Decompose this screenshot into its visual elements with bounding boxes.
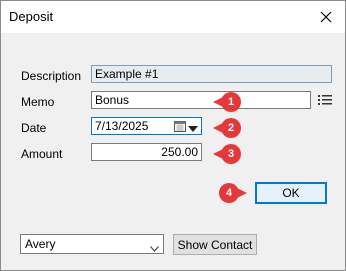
chevron-down-icon <box>150 241 159 255</box>
contact-select[interactable]: Avery <box>20 234 164 254</box>
callout-badge-1: 1 <box>221 92 241 112</box>
close-icon[interactable] <box>315 6 337 28</box>
deposit-dialog: Deposit Description Example #1 Memo Bonu… <box>0 0 346 271</box>
callout-badge-2: 2 <box>221 118 241 138</box>
chevron-down-icon[interactable] <box>188 122 198 136</box>
description-field[interactable]: Example #1 <box>91 65 332 83</box>
show-contact-button[interactable]: Show Contact <box>173 234 257 255</box>
calendar-icon[interactable] <box>174 120 186 135</box>
description-label: Description <box>21 69 82 83</box>
memo-field[interactable]: Bonus <box>91 91 311 109</box>
title-bar: Deposit <box>1 1 345 33</box>
badge-arrow-4 <box>235 187 247 199</box>
amount-label: Amount <box>21 147 63 161</box>
memo-label: Memo <box>21 95 55 109</box>
ok-button[interactable]: OK <box>255 182 327 204</box>
window-title: Deposit <box>9 9 54 24</box>
list-icon[interactable] <box>317 93 333 110</box>
callout-badge-3: 3 <box>221 144 241 164</box>
contact-value: Avery <box>25 237 56 251</box>
date-value: 7/13/2025 <box>95 119 149 133</box>
date-label: Date <box>21 121 47 135</box>
amount-field[interactable]: 250.00 <box>91 143 202 161</box>
